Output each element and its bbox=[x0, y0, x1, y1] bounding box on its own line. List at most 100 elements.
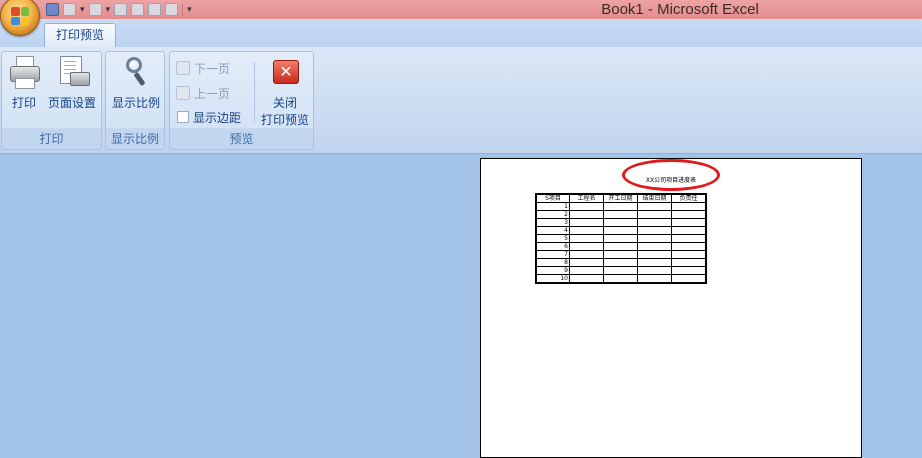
column-header: 结束日期 bbox=[637, 193, 672, 203]
magnifier-icon bbox=[120, 56, 152, 88]
group-zoom: 显示比例 显示比例 bbox=[105, 51, 165, 150]
quick-access-toolbar: ▾ ▾ ▾ bbox=[46, 1, 192, 18]
table-row: 2 bbox=[535, 210, 707, 219]
tab-print-preview[interactable]: 打印预览 bbox=[44, 23, 116, 48]
close-button-label-line1: 关闭 bbox=[272, 96, 297, 110]
table-cell bbox=[603, 234, 638, 243]
row-index-cell: 5 bbox=[535, 234, 570, 243]
row-index-cell: 10 bbox=[535, 274, 570, 284]
table-cell bbox=[671, 266, 707, 275]
table-cell bbox=[671, 274, 707, 284]
table-cell bbox=[637, 234, 672, 243]
print-preview-icon[interactable] bbox=[114, 3, 128, 16]
table-cell bbox=[603, 202, 638, 211]
table-header-row: S项目 工程名 开工日期 结束日期 负责任 bbox=[535, 193, 707, 203]
sheet-table: S项目 工程名 开工日期 结束日期 负责任 1 2 3 4 5 6 7 8 9 10 bbox=[535, 193, 707, 284]
chevron-down-icon[interactable]: ▾ bbox=[106, 5, 111, 15]
separator bbox=[182, 3, 184, 16]
table-cell bbox=[603, 258, 638, 267]
group-label-zoom: 显示比例 bbox=[110, 132, 159, 146]
sheet-title: XX公司项目进度表 bbox=[645, 177, 697, 184]
table-cell bbox=[637, 242, 672, 251]
table-row: 5 bbox=[535, 234, 707, 243]
table-cell bbox=[603, 210, 638, 219]
table-cell bbox=[569, 266, 604, 275]
table-cell bbox=[569, 234, 604, 243]
table-body: 1 2 3 4 5 6 7 8 9 10 bbox=[535, 202, 707, 284]
table-cell bbox=[603, 250, 638, 259]
save-icon[interactable] bbox=[46, 3, 59, 16]
row-index-cell: 9 bbox=[535, 266, 570, 275]
next-page-icon bbox=[176, 61, 190, 75]
table-cell bbox=[671, 242, 707, 251]
print-button-label: 打印 bbox=[11, 96, 36, 110]
table-cell bbox=[603, 218, 638, 227]
table-cell bbox=[671, 258, 707, 267]
table-cell bbox=[637, 218, 672, 227]
ribbon: 打印 页面设置 打印 显示比例 显示比例 下一页 上一页 显示边距 ✕ 关闭 打… bbox=[0, 47, 922, 154]
table-cell bbox=[637, 258, 672, 267]
table-row: 9 bbox=[535, 266, 707, 275]
table-cell bbox=[603, 274, 638, 284]
separator bbox=[254, 62, 255, 122]
undo-icon[interactable] bbox=[63, 3, 76, 16]
table-cell bbox=[637, 210, 672, 219]
print-preview-page[interactable]: XX公司项目进度表 S项目 工程名 开工日期 结束日期 负责任 12345678… bbox=[480, 158, 862, 458]
previous-page-button[interactable]: 上一页 bbox=[176, 83, 230, 103]
spelling-icon[interactable] bbox=[131, 3, 145, 16]
table-cell bbox=[569, 242, 604, 251]
column-header: 开工日期 bbox=[603, 193, 638, 203]
table-cell bbox=[637, 274, 672, 284]
customize-icon[interactable] bbox=[165, 3, 179, 16]
table-cell bbox=[603, 242, 638, 251]
table-cell bbox=[569, 218, 604, 227]
sort-icon[interactable] bbox=[148, 3, 162, 16]
previous-page-icon bbox=[176, 86, 190, 100]
zoom-button[interactable]: 显示比例 bbox=[109, 54, 163, 111]
table-row: 6 bbox=[535, 242, 707, 251]
column-header: S项目 bbox=[535, 193, 570, 203]
group-label-preview: 预览 bbox=[229, 132, 254, 146]
row-index-cell: 2 bbox=[535, 210, 570, 219]
table-cell bbox=[569, 202, 604, 211]
table-cell bbox=[671, 210, 707, 219]
table-row: 3 bbox=[535, 218, 707, 227]
close-print-preview-button[interactable]: ✕ 关闭 打印预览 bbox=[258, 54, 312, 128]
group-label-print: 打印 bbox=[39, 132, 64, 146]
table-cell bbox=[603, 226, 638, 235]
printer-icon bbox=[8, 56, 40, 89]
table-cell bbox=[569, 250, 604, 259]
show-margins-checkbox[interactable]: 显示边距 bbox=[177, 107, 241, 127]
next-page-label: 下一页 bbox=[194, 61, 231, 76]
page-setup-icon bbox=[56, 56, 90, 88]
customize-toolbar-dropdown[interactable]: ▾ bbox=[187, 5, 192, 15]
table-cell bbox=[569, 210, 604, 219]
checkbox-icon[interactable] bbox=[177, 111, 189, 123]
column-header: 工程名 bbox=[569, 193, 604, 203]
redo-icon[interactable] bbox=[88, 3, 102, 16]
row-index-cell: 6 bbox=[535, 242, 570, 251]
table-cell bbox=[603, 266, 638, 275]
row-index-cell: 3 bbox=[535, 218, 570, 227]
table-cell bbox=[671, 226, 707, 235]
show-margins-label: 显示边距 bbox=[193, 110, 242, 125]
page-setup-button[interactable]: 页面设置 bbox=[44, 54, 100, 111]
chevron-down-icon[interactable]: ▾ bbox=[80, 5, 85, 15]
row-index-cell: 7 bbox=[535, 250, 570, 259]
table-cell bbox=[671, 234, 707, 243]
group-print: 打印 页面设置 打印 bbox=[1, 51, 102, 150]
window-title: Book1 - Microsoft Excel bbox=[601, 1, 759, 18]
row-index-cell: 1 bbox=[535, 202, 570, 211]
table-cell bbox=[569, 226, 604, 235]
column-header: 负责任 bbox=[671, 193, 707, 203]
next-page-button[interactable]: 下一页 bbox=[176, 58, 230, 78]
print-button[interactable]: 打印 bbox=[6, 54, 42, 111]
table-row: 8 bbox=[535, 258, 707, 267]
table-cell bbox=[637, 266, 672, 275]
table-cell bbox=[569, 258, 604, 267]
table-cell bbox=[671, 202, 707, 211]
close-button-label-line2: 打印预览 bbox=[260, 113, 309, 127]
table-cell bbox=[637, 226, 672, 235]
table-cell bbox=[671, 218, 707, 227]
office-logo-icon bbox=[11, 7, 29, 25]
